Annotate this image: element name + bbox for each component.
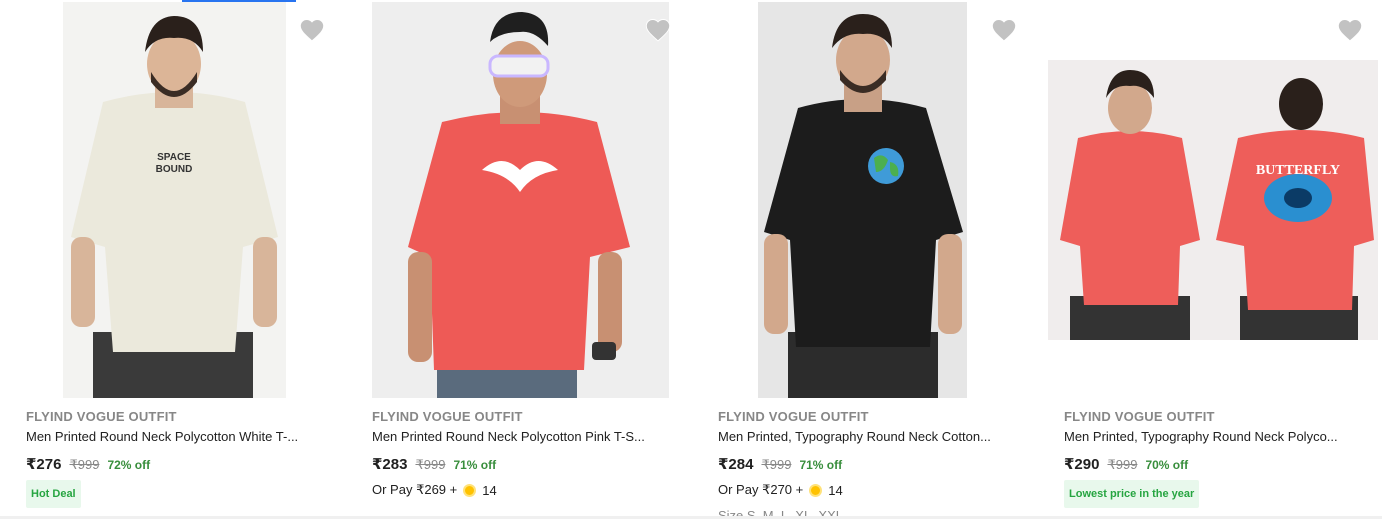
supercoin-icon (463, 483, 477, 497)
product-image[interactable] (692, 0, 1038, 400)
product-photo: BUTTERFLY (1048, 60, 1378, 340)
product-title[interactable]: Men Printed, Typography Round Neck Polyc… (1064, 429, 1364, 444)
or-pay-text: Or Pay ₹269 + (372, 482, 458, 497)
or-pay-row: Or Pay ₹269 + 14 (372, 482, 497, 498)
price-row: ₹290 ₹999 70% off (1064, 455, 1188, 473)
product-image[interactable] (346, 0, 692, 400)
product-photo: SPACE BOUND (63, 2, 286, 398)
product-card[interactable]: SPACE BOUND FLYIND VOGUE OUTFIT Men Prin… (0, 0, 346, 519)
or-pay-text: Or Pay ₹270 + (718, 482, 804, 497)
product-discount: 71% off (453, 458, 497, 472)
product-card[interactable]: BUTTERFLY FLYIND VOGUE OUTFIT Men Printe… (1038, 0, 1382, 519)
product-mrp: ₹999 (761, 457, 792, 472)
svg-text:SPACE: SPACE (157, 152, 191, 163)
heart-icon[interactable] (990, 16, 1018, 44)
product-title[interactable]: Men Printed Round Neck Polycotton White … (26, 429, 326, 444)
product-title[interactable]: Men Printed Round Neck Polycotton Pink T… (372, 429, 672, 444)
coin-count: 14 (482, 482, 497, 498)
product-image[interactable]: SPACE BOUND (0, 0, 346, 400)
product-brand: FLYIND VOGUE OUTFIT (372, 409, 523, 424)
price-row: ₹283 ₹999 71% off (372, 455, 496, 473)
svg-text:BOUND: BOUND (156, 164, 193, 175)
or-pay-row: Or Pay ₹270 + 14 (718, 482, 843, 498)
product-card[interactable]: FLYIND VOGUE OUTFIT Men Printed, Typogra… (692, 0, 1038, 519)
deal-badge: Hot Deal (26, 480, 81, 508)
heart-icon[interactable] (298, 16, 326, 44)
product-title[interactable]: Men Printed, Typography Round Neck Cotto… (718, 429, 1018, 444)
svg-text:BUTTERFLY: BUTTERFLY (1256, 163, 1340, 178)
product-discount: 70% off (1145, 458, 1189, 472)
deal-badge: Lowest price in the year (1064, 480, 1200, 508)
coin-count: 14 (828, 482, 843, 498)
product-discount: 71% off (799, 458, 843, 472)
product-discount: 72% off (107, 458, 151, 472)
product-brand: FLYIND VOGUE OUTFIT (1064, 409, 1215, 424)
product-mrp: ₹999 (69, 457, 100, 472)
product-mrp: ₹999 (1107, 457, 1138, 472)
heart-icon[interactable] (1336, 16, 1364, 44)
product-price: ₹284 (718, 456, 754, 473)
heart-icon[interactable] (644, 16, 672, 44)
product-brand: FLYIND VOGUE OUTFIT (26, 409, 177, 424)
product-image[interactable]: BUTTERFLY (1038, 0, 1382, 400)
product-price: ₹276 (26, 456, 62, 473)
product-photo (758, 2, 967, 398)
product-card[interactable]: FLYIND VOGUE OUTFIT Men Printed Round Ne… (346, 0, 692, 519)
product-brand: FLYIND VOGUE OUTFIT (718, 409, 869, 424)
supercoin-icon (809, 483, 823, 497)
product-price: ₹283 (372, 456, 408, 473)
product-mrp: ₹999 (415, 457, 446, 472)
product-photo (372, 2, 669, 398)
product-price: ₹290 (1064, 456, 1100, 473)
price-row: ₹276 ₹999 72% off (26, 455, 150, 473)
price-row: ₹284 ₹999 71% off (718, 455, 842, 473)
product-grid: SPACE BOUND FLYIND VOGUE OUTFIT Men Prin… (0, 0, 1382, 519)
